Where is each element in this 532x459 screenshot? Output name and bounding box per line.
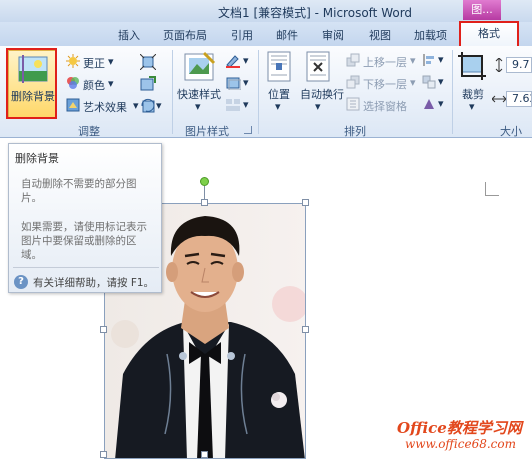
tooltip-title: 删除背景 (15, 152, 59, 165)
picture-layout-icon[interactable] (225, 98, 241, 112)
crop-dropdown-icon[interactable]: ▾ (469, 100, 475, 113)
position-dropdown-icon[interactable]: ▾ (275, 100, 281, 113)
tab-page-layout[interactable]: 页面布局 (163, 27, 207, 43)
size-group-label: 大小 (500, 125, 522, 138)
group-separator (172, 50, 173, 134)
artistic-effects-dropdown-icon[interactable]: ▾ (133, 99, 139, 112)
color-icon (67, 77, 79, 89)
resize-handle-bottom-left[interactable] (100, 451, 107, 458)
compress-pictures-icon[interactable] (140, 54, 156, 70)
help-icon: ? (14, 275, 28, 289)
margin-corner-mark (485, 182, 499, 196)
shape-height-input[interactable]: 9.7 (506, 57, 532, 73)
remove-background-tooltip: 删除背景 自动删除不需要的部分图 片。 如果需要，请使用标记表示 图片中要保留或… (8, 143, 162, 293)
bring-forward-dropdown-icon[interactable]: ▾ (410, 54, 416, 67)
quick-styles-icon (184, 51, 216, 81)
quick-styles-dropdown-icon[interactable]: ▾ (195, 100, 201, 113)
tab-references[interactable]: 引用 (231, 27, 253, 43)
tab-view[interactable]: 视图 (369, 27, 391, 43)
picture-border-dropdown-icon[interactable]: ▾ (243, 54, 249, 67)
tooltip-line: 片。 (21, 192, 42, 204)
send-backward-button[interactable]: 下移一层 (363, 76, 407, 92)
tab-addins[interactable]: 加载项 (414, 27, 447, 43)
resize-handle-left[interactable] (100, 326, 107, 333)
tab-mailings[interactable]: 邮件 (276, 27, 298, 43)
corrections-icon (66, 54, 80, 68)
site-watermark-url: www.office68.com (405, 437, 516, 451)
picture-layout-dropdown-icon[interactable]: ▾ (243, 98, 249, 111)
picture-tools-context-tab[interactable]: 图... (463, 0, 501, 20)
rotation-handle[interactable] (200, 177, 209, 186)
window-title: 文档1 [兼容模式] - Microsoft Word (218, 6, 413, 20)
artistic-effects-button[interactable]: 艺术效果 (83, 99, 127, 115)
wrap-text-icon (306, 51, 330, 82)
picture-styles-group-label: 图片样式 (185, 125, 229, 138)
artistic-effects-icon (66, 98, 80, 112)
adjust-group-label: 调整 (78, 125, 100, 138)
corrections-button[interactable]: 更正 (83, 55, 105, 71)
picture-styles-dialog-launcher[interactable] (244, 126, 252, 134)
wrap-text-dropdown-icon[interactable]: ▾ (315, 100, 321, 113)
group-objects-icon[interactable] (422, 75, 436, 89)
selection-pane-icon (346, 97, 360, 111)
change-picture-icon[interactable] (140, 76, 156, 92)
shape-width-icon (492, 95, 506, 103)
tooltip-separator (13, 267, 159, 268)
tab-review[interactable]: 审阅 (322, 27, 344, 43)
bring-forward-icon (346, 53, 360, 67)
send-backward-icon (346, 75, 360, 89)
remove-background-label: 删除背景 (11, 90, 55, 103)
shape-height-icon (495, 58, 503, 72)
tooltip-line: 域。 (21, 249, 42, 261)
group-separator (452, 50, 453, 134)
position-icon (267, 51, 291, 82)
tooltip-line: 图片中要保留或删除的区 (21, 235, 137, 247)
resize-handle-right[interactable] (302, 326, 309, 333)
tooltip-line: 如果需要，请使用标记表示 (21, 221, 147, 233)
resize-handle-top-right[interactable] (302, 199, 309, 206)
align-icon[interactable] (422, 53, 436, 67)
corrections-dropdown-icon[interactable]: ▾ (108, 55, 114, 68)
resize-handle-top[interactable] (201, 199, 208, 206)
group-objects-dropdown-icon[interactable]: ▾ (438, 75, 444, 88)
rotate-icon[interactable] (422, 97, 436, 111)
picture-border-icon[interactable] (225, 54, 241, 68)
arrange-group-label: 排列 (344, 125, 366, 138)
site-watermark-title: Office教程学习网 (397, 419, 522, 437)
tooltip-help-text: 有关详细帮助，请按 F1。 (33, 277, 155, 289)
group-separator (258, 50, 259, 134)
send-backward-dropdown-icon[interactable]: ▾ (410, 76, 416, 89)
rotate-dropdown-icon[interactable]: ▾ (438, 97, 444, 110)
tooltip-line: 自动删除不需要的部分图 (21, 178, 137, 190)
tab-format[interactable]: 格式 (460, 22, 518, 48)
resize-handle-bottom[interactable] (201, 451, 208, 458)
reset-picture-dropdown-icon[interactable]: ▾ (156, 99, 162, 112)
tab-insert[interactable]: 插入 (118, 27, 140, 43)
selection-pane-button[interactable]: 选择窗格 (363, 98, 407, 114)
shape-width-input[interactable]: 7.62 (506, 91, 532, 107)
color-button[interactable]: 颜色 (83, 77, 105, 93)
title-bar: 文档1 [兼容模式] - Microsoft Word (0, 0, 532, 22)
color-dropdown-icon[interactable]: ▾ (108, 77, 114, 90)
picture-effects-icon[interactable] (225, 76, 241, 90)
wrap-text-button[interactable]: 自动换行 (300, 86, 344, 102)
ribbon-tab-row: 插入 页面布局 引用 邮件 审阅 视图 加载项 (0, 22, 532, 46)
bring-forward-button[interactable]: 上移一层 (363, 54, 407, 70)
remove-background-icon (18, 55, 48, 83)
crop-icon (458, 52, 486, 80)
ribbon: 删除背景 更正 ▾ 颜色 ▾ 艺术效果 ▾ ▾ 调整 快速样式 ▾ ▾ ▾ ▾ … (0, 46, 532, 138)
picture-effects-dropdown-icon[interactable]: ▾ (243, 76, 249, 89)
remove-background-button[interactable]: 删除背景 (8, 50, 56, 118)
align-dropdown-icon[interactable]: ▾ (438, 53, 444, 66)
